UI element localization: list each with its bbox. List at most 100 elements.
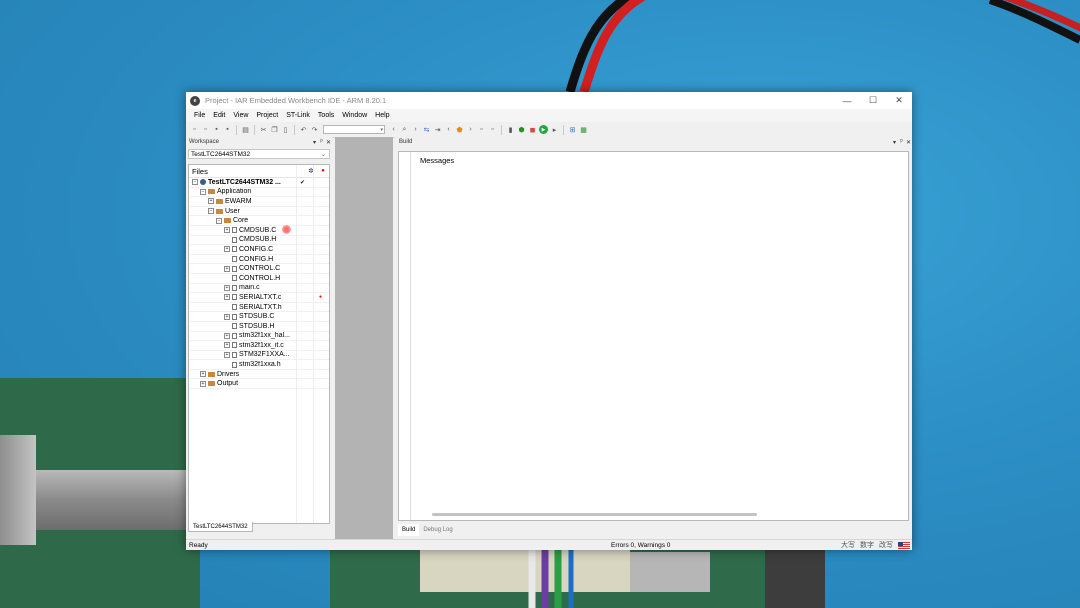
save-all-icon[interactable]: ▪ <box>223 125 232 134</box>
nav-back-icon[interactable]: ‹ <box>444 125 453 134</box>
tree-item-label: STDSUB.H <box>239 322 275 330</box>
file-icon <box>232 313 237 320</box>
menu-help[interactable]: Help <box>371 112 393 119</box>
horizontal-scrollbar[interactable] <box>432 513 757 516</box>
tab-build[interactable]: Build <box>398 524 420 536</box>
pane-close-icon[interactable]: ✕ <box>325 139 332 146</box>
expand-icon[interactable]: + <box>224 313 230 320</box>
build-close-icon[interactable]: ✕ <box>905 139 912 146</box>
tree-row[interactable]: + CMDSUB.C <box>189 226 329 236</box>
tree-item-label: CMDSUB.H <box>239 236 277 244</box>
tree-item-label: stm32f1xx_it.c <box>239 341 284 349</box>
expand-icon[interactable]: + <box>200 371 206 378</box>
collapse-icon[interactable]: − <box>192 179 198 186</box>
make-icon[interactable]: ⬢ <box>517 125 526 134</box>
tree-row[interactable]: + CONFIG.C <box>189 245 329 255</box>
expand-icon[interactable]: + <box>224 246 230 253</box>
expand-icon[interactable]: + <box>224 294 230 301</box>
tree-row[interactable]: CMDSUB.H <box>189 236 329 246</box>
tree-item-label: Core <box>233 217 249 225</box>
tree-row[interactable]: STDSUB.H <box>189 322 329 332</box>
stack-icon[interactable]: ▦ <box>579 125 588 134</box>
collapse-icon[interactable]: − <box>216 217 222 224</box>
tree-row[interactable]: + EWARM <box>189 197 329 207</box>
menu-file[interactable]: File <box>190 112 209 119</box>
nav-forward-icon[interactable]: › <box>466 125 475 134</box>
menu-tools[interactable]: Tools <box>314 112 338 119</box>
gear-icon[interactable]: ✲ <box>305 167 317 175</box>
expand-icon[interactable]: + <box>200 380 206 387</box>
new-file-icon[interactable]: ▫ <box>190 125 199 134</box>
tree-row[interactable]: SERIALTXT.h <box>189 303 329 313</box>
tree-row[interactable]: − Core <box>189 216 329 226</box>
next-bookmark-icon[interactable]: ▫ <box>488 125 497 134</box>
redo-icon[interactable]: ↷ <box>310 125 319 134</box>
tab-debug-log[interactable]: Debug Log <box>419 524 456 536</box>
open-file-icon[interactable]: ▫ <box>201 125 210 134</box>
menu-edit[interactable]: Edit <box>209 112 229 119</box>
menu-window[interactable]: Window <box>338 112 371 119</box>
expand-icon[interactable]: + <box>208 198 214 205</box>
close-button[interactable]: ✕ <box>886 92 912 109</box>
expand-icon[interactable]: + <box>224 284 230 291</box>
build-messages-list[interactable]: Messages <box>398 151 909 521</box>
expand-icon[interactable]: + <box>224 342 230 349</box>
file-icon <box>232 294 237 301</box>
tree-row[interactable]: + stm32f1xx_it.c <box>189 341 329 351</box>
tree-row[interactable]: stm32f1xxa.h <box>189 360 329 370</box>
prev-bookmark-icon[interactable]: ▫ <box>477 125 486 134</box>
download-debug-icon[interactable]: ▶ <box>539 125 548 134</box>
tree-row[interactable]: + STM32F1XXA... <box>189 351 329 361</box>
tree-row[interactable]: + STDSUB.C <box>189 312 329 322</box>
workspace-tab[interactable]: TestLTC2644STM32 <box>188 522 253 532</box>
find-combo[interactable]: ▾ <box>323 125 385 134</box>
tree-row[interactable]: CONTROL.H <box>189 274 329 284</box>
build-pane-menu-icon[interactable]: ▾ <box>891 139 898 146</box>
tree-row[interactable]: − TestLTC2644STM32 ... ✔ <box>189 178 329 188</box>
tree-row[interactable]: − User <box>189 207 329 217</box>
goto-icon[interactable]: ⇥ <box>433 125 442 134</box>
pin-icon[interactable]: ᵖ <box>318 139 325 145</box>
tree-row[interactable]: + CONTROL.C <box>189 264 329 274</box>
paste-icon[interactable]: ▯ <box>281 125 290 134</box>
menu-st-link[interactable]: ST-Link <box>282 112 314 119</box>
structure-icon[interactable]: ⊞ <box>568 125 577 134</box>
print-icon[interactable]: ▤ <box>241 125 250 134</box>
tree-row[interactable]: − Application <box>189 188 329 198</box>
expand-icon[interactable]: + <box>224 265 230 272</box>
pane-menu-icon[interactable]: ▾ <box>311 139 318 146</box>
expand-icon[interactable]: + <box>224 227 230 234</box>
forward-icon[interactable]: › <box>411 125 420 134</box>
menu-view[interactable]: View <box>229 112 252 119</box>
expand-icon[interactable]: + <box>224 351 230 358</box>
title-bar[interactable]: e Project - IAR Embedded Workbench IDE -… <box>186 92 912 109</box>
tree-row[interactable]: CONFIG.H <box>189 255 329 265</box>
bookmark-icon[interactable]: ⬟ <box>455 125 464 134</box>
copy-icon[interactable]: ❐ <box>270 125 279 134</box>
save-icon[interactable]: ▪ <box>212 125 221 134</box>
tree-row[interactable]: + main.c <box>189 284 329 294</box>
tree-row[interactable]: + Output <box>189 379 329 390</box>
configuration-select[interactable]: TestLTC2644STM32 ⌄ <box>188 149 330 159</box>
find-icon[interactable]: ⌕ <box>400 125 409 134</box>
language-flag-icon[interactable] <box>898 541 910 549</box>
collapse-icon[interactable]: − <box>208 208 214 215</box>
maximize-button[interactable]: ☐ <box>860 92 886 109</box>
expand-icon[interactable]: + <box>224 332 230 339</box>
tree-row[interactable]: + stm32f1xx_hal... <box>189 332 329 342</box>
compile-icon[interactable]: ▮ <box>506 125 515 134</box>
minimize-button[interactable]: — <box>834 92 860 109</box>
tree-row[interactable]: + SERIALTXT.c ● <box>189 293 329 303</box>
menu-project[interactable]: Project <box>252 112 282 119</box>
collapse-icon[interactable]: − <box>200 188 206 195</box>
cut-icon[interactable]: ✂ <box>259 125 268 134</box>
find-in-files-icon[interactable]: ⇆ <box>422 125 431 134</box>
back-icon[interactable]: ‹ <box>389 125 398 134</box>
debug-without-download-icon[interactable]: ▸ <box>550 125 559 134</box>
check-icon: ✔ <box>300 179 306 186</box>
error-count: Errors 0, Warnings 0 <box>611 541 671 549</box>
stop-build-icon[interactable]: ◼ <box>528 125 537 134</box>
undo-icon[interactable]: ↶ <box>299 125 308 134</box>
tree-row[interactable]: + Drivers <box>189 370 329 380</box>
build-pin-icon[interactable]: ᵖ <box>898 139 905 145</box>
